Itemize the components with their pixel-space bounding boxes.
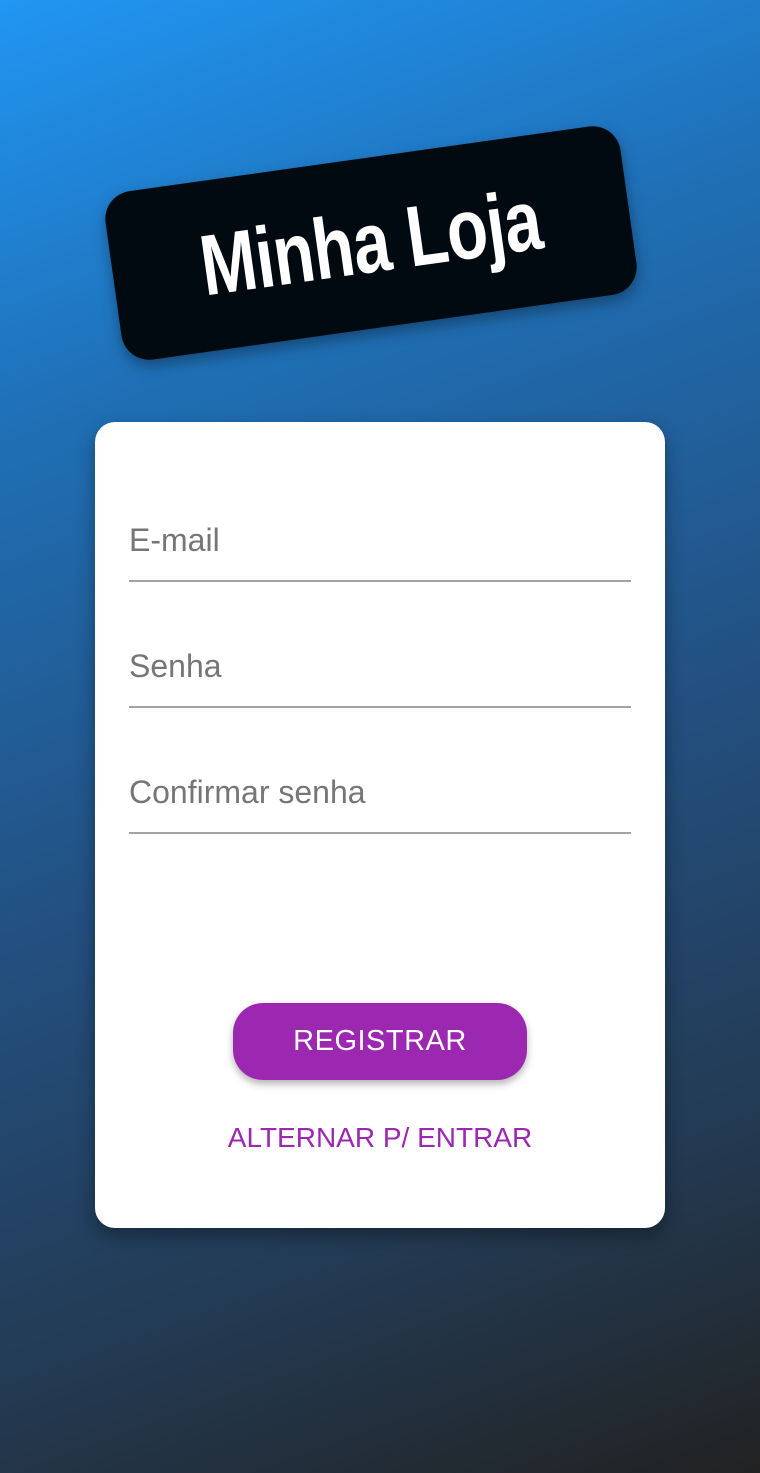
confirm-password-input[interactable]	[129, 752, 631, 832]
email-field	[129, 500, 631, 582]
toggle-login-link[interactable]: ALTERNAR P/ ENTRAR	[95, 1122, 665, 1154]
app-title-badge: Minha Loja	[101, 122, 641, 364]
confirm-password-field	[129, 752, 631, 834]
auth-card: REGISTRAR ALTERNAR P/ ENTRAR	[95, 422, 665, 1228]
email-input[interactable]	[129, 500, 631, 580]
password-input[interactable]	[129, 626, 631, 706]
register-button[interactable]: REGISTRAR	[233, 1003, 527, 1080]
app-title: Minha Loja	[194, 171, 548, 315]
password-field	[129, 626, 631, 708]
